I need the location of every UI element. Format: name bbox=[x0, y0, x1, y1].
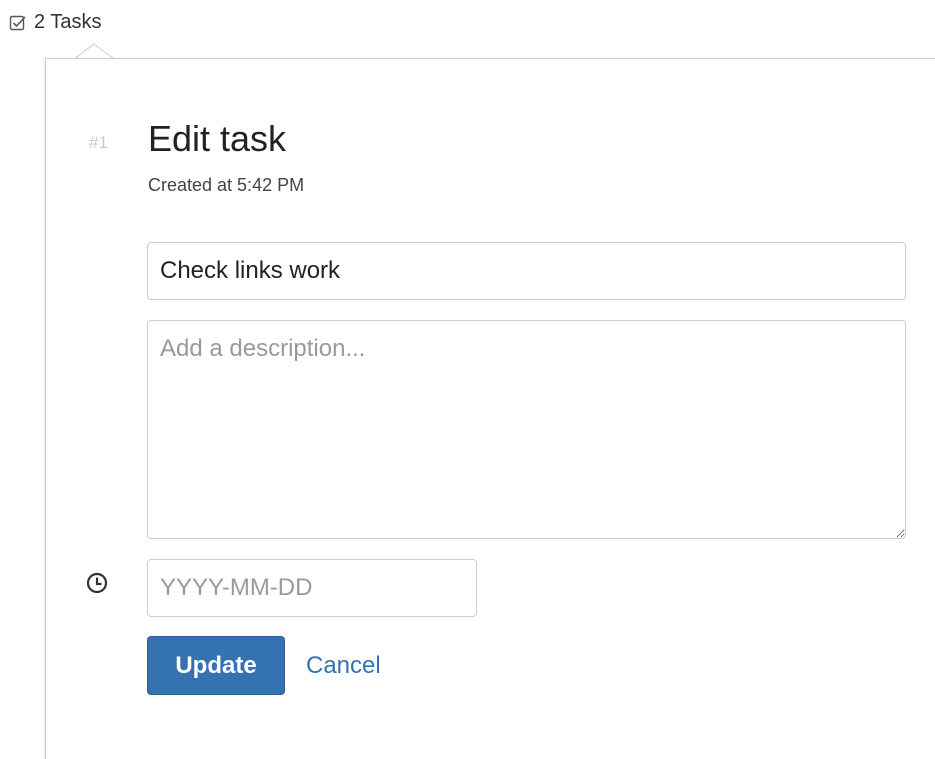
page-title: Edit task bbox=[148, 118, 287, 159]
tasks-toggle[interactable]: 2 Tasks bbox=[9, 11, 101, 34]
update-button[interactable]: Update bbox=[147, 636, 285, 695]
description-textarea[interactable] bbox=[147, 320, 906, 539]
due-date-input[interactable] bbox=[147, 559, 477, 617]
task-number: #1 bbox=[89, 133, 108, 152]
cancel-link[interactable]: Cancel bbox=[306, 652, 381, 680]
task-title-input[interactable] bbox=[147, 242, 906, 300]
tasks-toggle-label: 2 Tasks bbox=[34, 11, 102, 33]
clock-icon bbox=[86, 572, 108, 599]
checkbox-icon bbox=[9, 14, 27, 32]
created-timestamp: Created at 5:42 PM bbox=[148, 175, 305, 195]
